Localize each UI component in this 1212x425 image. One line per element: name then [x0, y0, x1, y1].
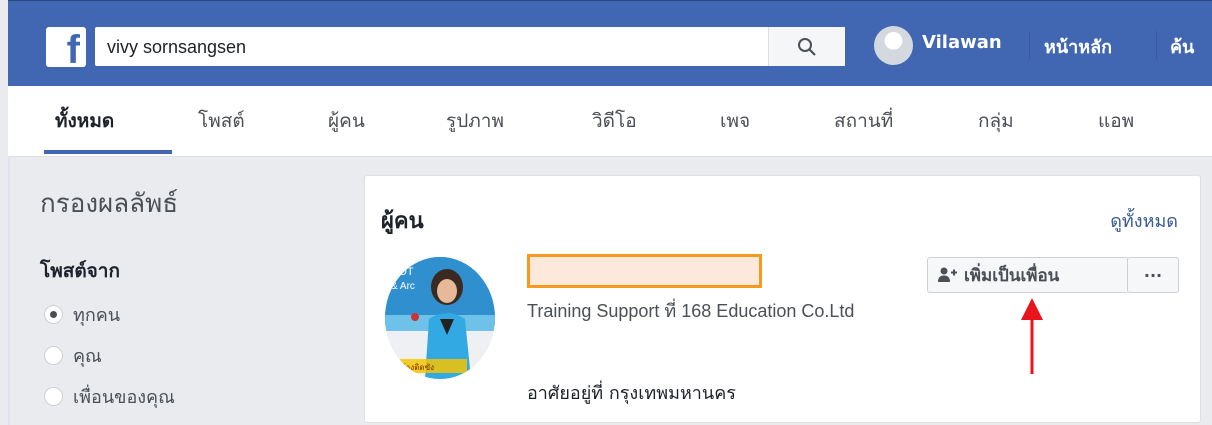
tab-all[interactable]: ทั้งหมด [55, 106, 114, 136]
search-input[interactable] [105, 31, 759, 63]
radio-button[interactable] [44, 387, 63, 406]
filter-option-label: คุณ [73, 346, 102, 367]
find-friends-link[interactable]: ค้น [1170, 32, 1194, 61]
search-button[interactable] [768, 27, 845, 66]
people-section-title: ผู้คน [381, 209, 424, 234]
radio-button[interactable] [44, 346, 63, 365]
people-results-card: ผู้คน ดูทั้งหมด BOT & Arc นั่งช้างติดขัง… [364, 175, 1201, 423]
tab-pages[interactable]: เพจ [720, 106, 750, 136]
photo-caption: นั่งช้างติดขัง [391, 361, 434, 372]
more-options-button[interactable]: ··· [1127, 257, 1179, 293]
filter-option-everyone[interactable]: ทุกคน [44, 300, 120, 329]
filter-option-you[interactable]: คุณ [44, 341, 102, 370]
add-friend-label: เพิ่มเป็นเพื่อน [964, 265, 1060, 286]
filter-results-heading: กรองผลลัพธ์ [40, 189, 179, 219]
see-all-link[interactable]: ดูทั้งหมด [1110, 206, 1178, 235]
profile-link[interactable]: Vilawan [922, 32, 1002, 53]
tab-photos[interactable]: รูปภาพ [446, 106, 504, 136]
tab-groups[interactable]: กลุ่ม [978, 106, 1014, 136]
photo-text-top: BOT [391, 266, 414, 278]
profile-photo-image: BOT & Arc นั่งช้างติดขัง [385, 257, 495, 379]
posts-from-heading: โพสต์จาก [40, 260, 120, 282]
tab-posts[interactable]: โพสต์ [198, 106, 245, 136]
top-navigation-bar: f Vilawan หน้าหลัก ค้น [8, 0, 1212, 87]
facebook-logo-icon[interactable]: f [46, 27, 86, 72]
workplace-text: Training Support ที่ 168 Education Co.Lt… [527, 301, 855, 321]
filter-option-label: ทุกคน [73, 305, 121, 326]
tab-videos[interactable]: วิดีโอ [592, 106, 637, 136]
logo-letter: f [66, 28, 80, 72]
tab-apps[interactable]: แอพ [1098, 106, 1134, 136]
nav-divider [1029, 31, 1030, 59]
left-border [8, 156, 10, 425]
nav-divider [1156, 31, 1157, 59]
search-filter-tabs: ทั้งหมด โพสต์ ผู้คน รูปภาพ วิดีโอ เพจ สถ… [8, 86, 1212, 157]
home-link[interactable]: หน้าหลัก [1044, 32, 1112, 61]
lives-in-text: อาศัยอยู่ที่ กรุงเทพมหานคร [527, 383, 736, 404]
add-friend-button[interactable]: เพิ่มเป็นเพื่อน [927, 257, 1129, 293]
tab-people[interactable]: ผู้คน [328, 106, 365, 136]
filter-option-friends[interactable]: เพื่อนของคุณ [44, 382, 175, 411]
user-avatar[interactable] [874, 26, 913, 65]
search-box [95, 27, 845, 66]
add-friend-icon [938, 267, 957, 282]
red-arrow-annotation [1021, 298, 1043, 374]
filter-option-label: เพื่อนของคุณ [73, 387, 175, 408]
search-icon [798, 37, 816, 56]
profile-picture[interactable]: BOT & Arc นั่งช้างติดขัง [385, 257, 495, 379]
radio-button[interactable] [44, 305, 63, 324]
active-tab-indicator [44, 150, 172, 154]
highlighted-name-placeholder[interactable] [527, 254, 762, 288]
photo-text-mid: & Arc [391, 281, 415, 292]
tab-places[interactable]: สถานที่ [834, 106, 893, 136]
